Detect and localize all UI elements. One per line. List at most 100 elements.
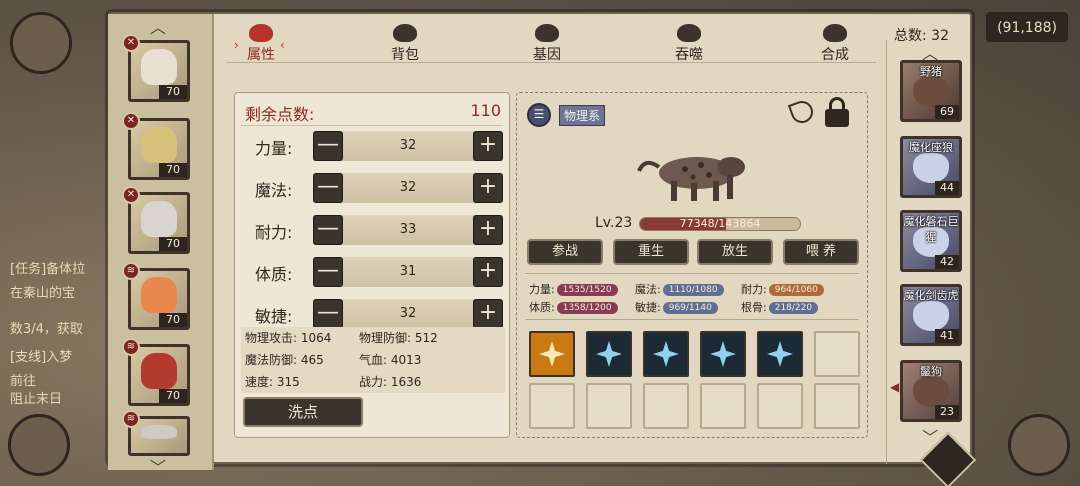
empty-skill-slot[interactable]	[586, 383, 632, 429]
class-badge-icon: ✕	[122, 112, 140, 130]
tab-synthesis[interactable]: 合成	[800, 24, 870, 64]
list-icon[interactable]: ☰	[527, 103, 551, 127]
quest-text: 阻止末日	[10, 392, 63, 407]
aptitude-stat: 体质: 1358/1200	[529, 299, 618, 315]
pet-name: 魔化磐石巨猩	[903, 215, 959, 244]
pet-portrait	[913, 77, 949, 107]
pet-card[interactable]: 鬣狗 23	[900, 360, 962, 422]
magic-defense: 魔法防御: 465	[245, 353, 324, 367]
divider	[241, 125, 503, 126]
aptitude-stat: 魔法: 1110/1080	[635, 281, 724, 297]
map-coordinates: (91,188)	[986, 12, 1068, 42]
combat-power: 战力: 1636	[359, 375, 422, 389]
skill-slot[interactable]	[643, 331, 689, 377]
aptitude-stat: 根骨: 218/220	[741, 299, 819, 315]
pet-portrait	[913, 153, 949, 183]
decrease-button[interactable]: —	[313, 215, 343, 245]
stat-label: 力量:	[255, 139, 293, 158]
pet-level: 41	[935, 329, 959, 343]
aptitude-label: 力量:	[529, 283, 555, 296]
lock-icon[interactable]	[825, 97, 849, 127]
empty-skill-slot[interactable]	[814, 383, 860, 429]
stat-label: 耐力:	[255, 223, 293, 242]
increase-button[interactable]: +	[473, 299, 503, 329]
release-button[interactable]: 放生	[697, 239, 773, 265]
aptitude-label: 体质:	[529, 301, 555, 314]
decrease-button[interactable]: —	[313, 131, 343, 161]
minimap-button[interactable]	[10, 12, 72, 74]
stat-value: 32	[399, 306, 417, 321]
class-badge-icon: ✕	[122, 186, 140, 204]
empty-skill-slot[interactable]	[529, 383, 575, 429]
stat-value: 31	[399, 264, 417, 279]
skill-slot[interactable]	[586, 331, 632, 377]
stat-label: 敏捷:	[255, 307, 293, 326]
bag-icon	[393, 24, 417, 42]
hero-level: 70	[159, 237, 187, 251]
decrease-button[interactable]: —	[313, 173, 343, 203]
skill-icon	[596, 341, 622, 367]
quest-text: 数3/4，获取	[10, 322, 83, 337]
pet-name: 魔化剑齿虎	[903, 289, 959, 302]
aptitude-label: 敏捷:	[635, 301, 661, 314]
pet-card[interactable]: 魔化磐石巨猩 42	[900, 210, 962, 272]
empty-skill-slot[interactable]	[814, 331, 860, 377]
pet-menu-button[interactable]	[8, 414, 70, 476]
aptitude-value: 1110/1080	[662, 284, 724, 296]
home-button[interactable]	[1008, 414, 1070, 476]
divider	[525, 273, 859, 274]
skill-slot[interactable]	[700, 331, 746, 377]
empty-skill-slot[interactable]	[700, 383, 746, 429]
decrease-button[interactable]: —	[313, 299, 343, 329]
stat-value: 32	[399, 138, 417, 153]
increase-button[interactable]: +	[473, 131, 503, 161]
hero-portrait	[141, 201, 177, 237]
aptitude-stat: 耐力: 964/1060	[741, 281, 824, 297]
decrease-button[interactable]: —	[313, 257, 343, 287]
increase-button[interactable]: +	[473, 257, 503, 287]
quest-text: [支线]入梦	[10, 350, 73, 365]
scroll-up-icon[interactable]: ︿	[108, 14, 208, 38]
aptitude-stat: 敏捷: 969/1140	[635, 299, 718, 315]
skill-slot[interactable]	[529, 331, 575, 377]
feed-button[interactable]: 喂 养	[783, 239, 859, 265]
increase-button[interactable]: +	[473, 215, 503, 245]
remaining-points-label: 剩余点数:	[245, 105, 315, 124]
selected-indicator-icon: ◀	[890, 380, 900, 394]
synthesis-icon	[823, 24, 847, 42]
empty-skill-slot[interactable]	[643, 383, 689, 429]
eye-icon	[535, 24, 559, 42]
increase-button[interactable]: +	[473, 173, 503, 203]
pet-portrait	[913, 377, 949, 407]
hyena-portrait	[637, 157, 745, 201]
aptitude-label: 耐力:	[741, 283, 767, 296]
pet-name: 鬣狗	[920, 365, 942, 378]
pet-card[interactable]: 魔化座狼 44	[900, 136, 962, 198]
flame-icon	[249, 24, 273, 42]
rebirth-button[interactable]: 重生	[613, 239, 689, 265]
rename-feather-icon[interactable]	[787, 97, 817, 127]
empty-skill-slot[interactable]	[757, 383, 803, 429]
reset-points-button[interactable]: 洗点	[243, 397, 363, 427]
physical-attack: 物理攻击: 1064	[245, 331, 332, 345]
physical-defense: 物理防御: 512	[359, 331, 438, 345]
hero-portrait	[141, 49, 177, 85]
deploy-button[interactable]: 参战	[527, 239, 603, 265]
stat-row: 体质: — 31 +	[235, 257, 511, 287]
divider	[525, 319, 859, 320]
scroll-down-icon[interactable]: ﹀	[108, 454, 208, 478]
tab-devour[interactable]: 吞噬	[654, 24, 724, 64]
quest-text: 前往	[10, 374, 37, 389]
remaining-points: 剩余点数: 110	[245, 101, 501, 125]
skill-slot[interactable]	[757, 331, 803, 377]
speed: 速度: 315	[245, 375, 300, 389]
class-badge-icon: ✕	[122, 34, 140, 52]
aptitude-value: 969/1140	[662, 302, 718, 314]
pet-name: 魔化座狼	[909, 141, 953, 154]
aptitude-stat: 力量: 1535/1520	[529, 281, 618, 297]
pet-card[interactable]: 魔化剑齿虎 41	[900, 284, 962, 346]
tab-bag[interactable]: 背包	[370, 24, 440, 64]
pet-card[interactable]: 野猪 69	[900, 60, 962, 122]
quest-text: [任务]备体拉	[10, 262, 86, 277]
tab-gene[interactable]: 基因	[512, 24, 582, 64]
